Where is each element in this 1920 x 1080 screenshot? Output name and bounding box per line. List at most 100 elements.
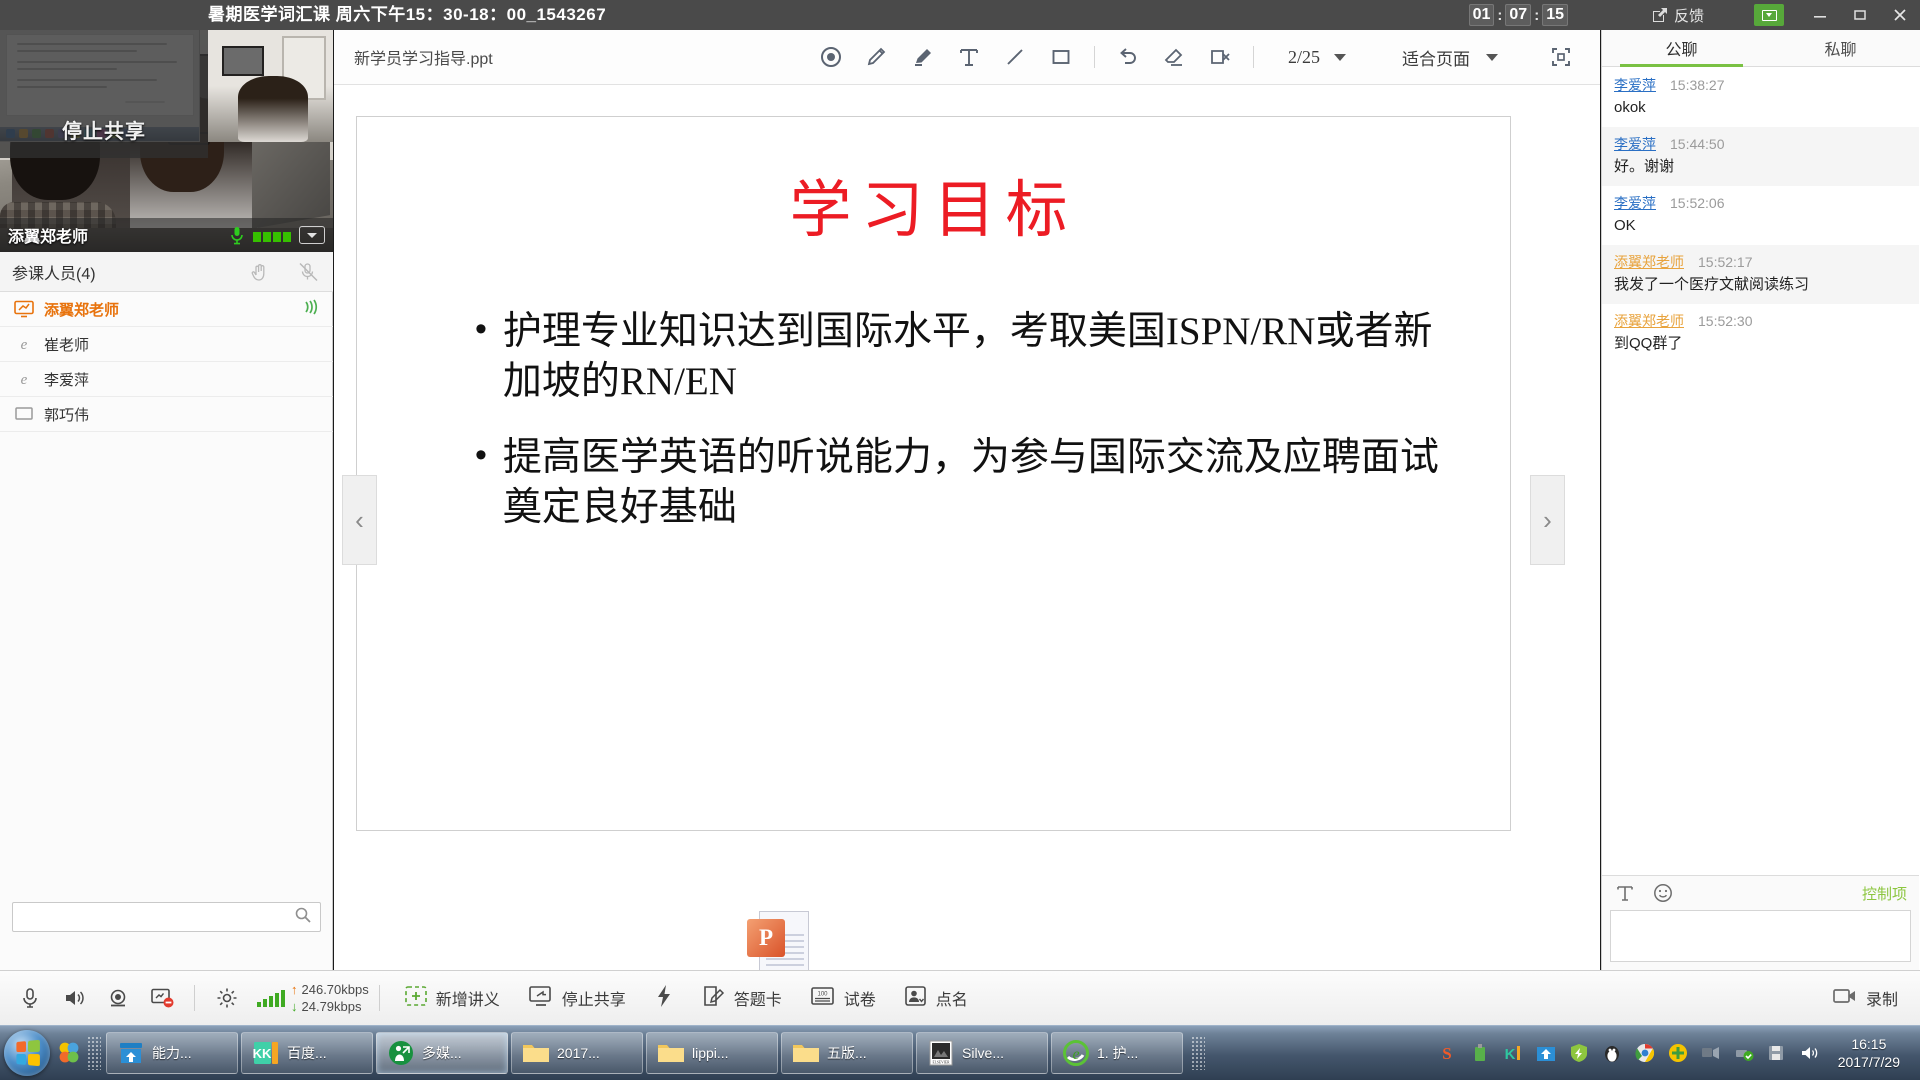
pencil-icon[interactable]	[854, 37, 900, 77]
taskbar-item-3[interactable]: 2017...	[511, 1032, 643, 1074]
network-tool-icon[interactable]	[1700, 1042, 1722, 1064]
upload-blue-icon[interactable]	[1535, 1042, 1557, 1064]
quicklaunch-media-icon[interactable]	[56, 1038, 82, 1068]
qq-penguin-icon[interactable]	[1601, 1042, 1623, 1064]
usb-green-icon[interactable]	[1469, 1042, 1491, 1064]
speaker-icon[interactable]	[52, 976, 96, 1020]
close-button[interactable]	[1880, 0, 1920, 30]
taskbar-clock[interactable]: 16:15 2017/7/29	[1832, 1035, 1910, 1071]
timer-seconds: 15	[1542, 4, 1568, 26]
taskbar-item-label: Silve...	[962, 1045, 1005, 1061]
bottom-divider-2	[378, 985, 380, 1011]
exam-paper-button[interactable]: 100 试卷	[810, 985, 876, 1012]
text-icon[interactable]	[946, 37, 992, 77]
answer-card-button[interactable]: 答题卡	[702, 985, 782, 1012]
video-area[interactable]: 停止共享 添翼郑老师	[0, 30, 333, 252]
taskbar-item-0[interactable]: 能力...	[106, 1032, 238, 1074]
stop-share-button[interactable]: 停止共享	[528, 985, 626, 1012]
feedback-button[interactable]: 反馈	[1652, 5, 1704, 26]
network-rate-readout: ↑ 246.70kbps ↓ 24.79kbps	[291, 981, 369, 1015]
slide-canvas[interactable]: 学习目标 • 护理专业知识达到国际水平，考取美国ISPN/RN或者新加坡的RN/…	[334, 85, 1882, 1025]
plus-green-icon[interactable]	[1667, 1042, 1689, 1064]
chat-message-user[interactable]: 李爱萍	[1614, 134, 1656, 154]
taskbar-item-1[interactable]: KK 百度...	[241, 1032, 373, 1074]
usb-safe-icon[interactable]	[1733, 1042, 1755, 1064]
tab-private-chat[interactable]: 私聊	[1761, 30, 1920, 66]
camera-icon[interactable]	[96, 976, 140, 1020]
taskbar-item-5[interactable]: 五版...	[781, 1032, 913, 1074]
page-indicator-dropdown[interactable]: 2/25	[1288, 47, 1346, 68]
chat-message: 李爱萍 15:52:06 OK	[1602, 186, 1919, 245]
search-input[interactable]	[21, 909, 294, 925]
chat-message: 李爱萍 15:38:27 okok	[1602, 68, 1919, 127]
taskbar-grip-1[interactable]	[87, 1036, 101, 1070]
taskbar-grip-2[interactable]	[1191, 1036, 1205, 1070]
participant-row-2[interactable]: e 李爱萍	[0, 362, 333, 397]
kingsoft-icon[interactable]: K	[1502, 1042, 1524, 1064]
upload-rate-row: ↑ 246.70kbps	[291, 981, 369, 998]
participants-actions	[249, 261, 321, 283]
rectangle-icon[interactable]	[1038, 37, 1084, 77]
record-button[interactable]: 录制	[1832, 986, 1898, 1011]
svg-text:e: e	[1072, 1046, 1079, 1063]
stop-share-overlay[interactable]: 停止共享	[0, 30, 208, 158]
highlighter-icon[interactable]	[900, 37, 946, 77]
chat-message-text: okok	[1614, 99, 1646, 116]
minimize-button[interactable]	[1800, 0, 1840, 30]
start-button[interactable]	[4, 1030, 50, 1076]
chat-message-list[interactable]: 李爱萍 15:38:27 okok 李爱萍 15:44:50 好。谢谢 李爱萍 …	[1602, 68, 1919, 875]
volume-icon[interactable]	[1799, 1042, 1821, 1064]
next-slide-button[interactable]: ›	[1530, 475, 1565, 565]
mute-all-icon[interactable]	[297, 261, 321, 283]
chat-message-input[interactable]	[1610, 910, 1911, 962]
undo-icon[interactable]	[1105, 37, 1151, 77]
chat-message-user[interactable]: 李爱萍	[1614, 193, 1656, 213]
clear-all-icon[interactable]	[1197, 37, 1243, 77]
quick-action-button[interactable]	[654, 984, 674, 1013]
taskbar-item-2[interactable]: 多媒...	[376, 1032, 508, 1074]
restore-green-button[interactable]	[1754, 4, 1784, 26]
taskbar-item-7[interactable]: e 1. 护...	[1051, 1032, 1183, 1074]
secondary-video-preview[interactable]	[208, 30, 333, 142]
participant-row-3[interactable]: 郭巧伟	[0, 397, 333, 432]
raise-hand-icon[interactable]	[249, 261, 271, 283]
add-handout-button[interactable]: 新增讲义	[404, 985, 500, 1012]
control-options-link[interactable]: 控制项	[1862, 883, 1907, 904]
participant-name: 李爱萍	[44, 371, 90, 389]
chat-message-head: 李爱萍 15:38:27	[1614, 75, 1907, 95]
emoji-icon[interactable]	[1652, 882, 1674, 904]
participant-row-0[interactable]: 添翼郑老师	[0, 292, 333, 327]
gear-icon[interactable]	[205, 976, 249, 1020]
svg-text:KK: KK	[253, 1046, 272, 1061]
video-options-chevron-icon[interactable]	[299, 226, 325, 244]
shield-green-icon[interactable]	[1568, 1042, 1590, 1064]
sogou-icon[interactable]: S	[1436, 1042, 1458, 1064]
participant-search-box[interactable]	[12, 902, 321, 932]
zoom-mode-dropdown[interactable]: 适合页面	[1402, 45, 1498, 70]
participant-row-1[interactable]: e 崔老师	[0, 327, 333, 362]
svg-text:100: 100	[817, 991, 828, 997]
previous-slide-button[interactable]: ‹	[342, 475, 377, 565]
maximize-button[interactable]	[1840, 0, 1880, 30]
microphone-icon[interactable]	[8, 976, 52, 1020]
save-disk-icon[interactable]	[1766, 1042, 1788, 1064]
slide-bullet-item: • 提高医学英语的听说能力，为参与国际交流及应聘面试奠定良好基础	[475, 433, 1440, 533]
fullscreen-button[interactable]	[1538, 37, 1584, 77]
font-style-icon[interactable]	[1614, 882, 1636, 904]
line-icon[interactable]	[992, 37, 1038, 77]
chat-message-user[interactable]: 添翼郑老师	[1614, 311, 1684, 331]
tab-public-chat[interactable]: 公聊	[1602, 30, 1761, 67]
chat-message-user[interactable]: 添翼郑老师	[1614, 252, 1684, 272]
taskbar-item-4[interactable]: lippi...	[646, 1032, 778, 1074]
screen-share-off-icon[interactable]	[140, 976, 184, 1020]
chrome-like-icon[interactable]	[1634, 1042, 1656, 1064]
eraser-icon[interactable]	[1151, 37, 1197, 77]
taskbar-item-6[interactable]: ELSEVIER Silve...	[916, 1032, 1048, 1074]
chat-message-user[interactable]: 李爱萍	[1614, 75, 1656, 95]
ie-browser-icon: e	[12, 370, 36, 388]
roll-call-button[interactable]: 点名	[904, 985, 968, 1012]
slide-page[interactable]: 学习目标 • 护理专业知识达到国际水平，考取美国ISPN/RN或者新加坡的RN/…	[356, 116, 1511, 831]
search-icon[interactable]	[294, 906, 312, 929]
pointer-icon[interactable]	[808, 37, 854, 77]
chat-message: 添翼郑老师 15:52:17 我发了一个医疗文献阅读练习	[1602, 245, 1919, 304]
